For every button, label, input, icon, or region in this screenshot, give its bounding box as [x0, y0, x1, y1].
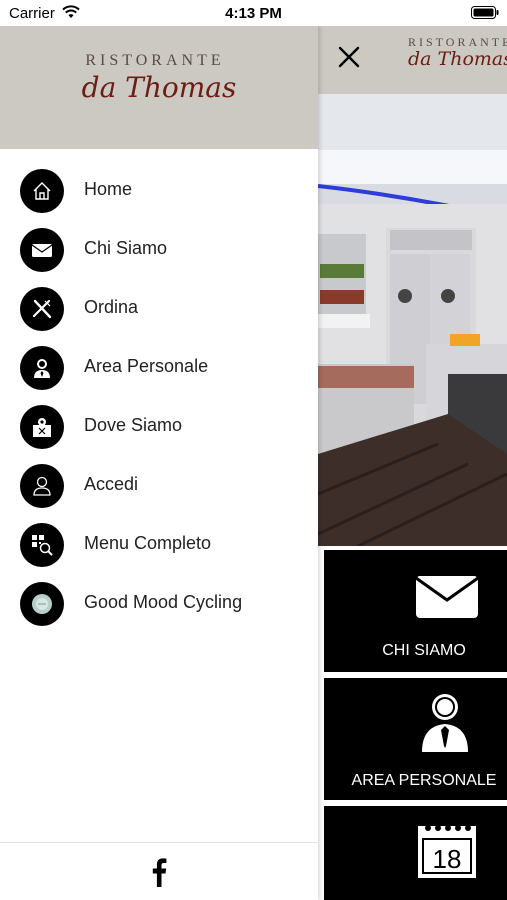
drawer-footer [0, 842, 318, 900]
menu-item-good-mood-cycling[interactable]: Good Mood Cycling [20, 579, 310, 629]
main-logo-script: da Thomas [408, 48, 507, 70]
menu-item-home[interactable]: Home [20, 166, 310, 216]
map-pin-icon [20, 405, 64, 449]
envelope-icon [20, 228, 64, 272]
menu-item-menu-completo[interactable]: Menu Completo [20, 520, 310, 570]
menu-item-ordina-label: Ordina [84, 297, 139, 317]
cycling-logo-icon [20, 582, 64, 626]
calendar-number: 18 [432, 844, 462, 874]
menu-item-dove-siamo-label: Dove Siamo [84, 415, 183, 435]
menu-item-chi-siamo[interactable]: Chi Siamo [20, 225, 310, 275]
logo-top-text: RISTORANTE [85, 52, 225, 69]
menu-item-area-personale[interactable]: Area Personale [20, 343, 310, 393]
clock: 4:13 PM [225, 5, 282, 22]
person-icon [20, 464, 64, 508]
home-icon [20, 169, 64, 213]
menu-item-accedi[interactable]: Accedi [20, 461, 310, 511]
menu-item-menu-completo-label: Menu Completo [84, 533, 212, 553]
side-drawer: RISTORANTE da Thomas Home Chi Siamo Ordi… [0, 26, 318, 900]
tile-area-personale-label: AREA PERSONALE [351, 772, 497, 789]
menu-item-good-mood-cycling-label: Good Mood Cycling [84, 592, 243, 612]
app-screen: Carrier 4:13 PM RISTORANTE da Thomas CHI… [0, 0, 507, 900]
qr-search-icon [20, 523, 64, 567]
user-tie-icon [419, 690, 471, 757]
menu-item-area-personale-label: Area Personale [84, 356, 209, 376]
battery-icon [471, 6, 499, 24]
tile-area-personale[interactable]: AREA PERSONALE [324, 678, 507, 800]
menu-item-ordina[interactable]: Ordina [20, 284, 310, 334]
user-tie-icon [20, 346, 64, 390]
logo-script-text: da Thomas [81, 71, 237, 104]
drawer-header: RISTORANTE da Thomas [0, 26, 318, 149]
tile-chi-siamo-label: CHI SIAMO [382, 642, 466, 659]
main-header: RISTORANTE da Thomas [318, 26, 507, 94]
main-logo: RISTORANTE da Thomas [408, 35, 507, 70]
close-icon[interactable] [338, 46, 360, 73]
envelope-icon [415, 572, 479, 625]
menu-item-chi-siamo-label: Chi Siamo [84, 238, 168, 258]
menu-item-dove-siamo[interactable]: Dove Siamo [20, 402, 310, 452]
status-bar: Carrier 4:13 PM [0, 0, 507, 26]
menu-item-accedi-label: Accedi [84, 474, 139, 494]
menu-item-home-label: Home [84, 179, 133, 199]
facebook-icon[interactable] [151, 857, 167, 892]
tile-calendar[interactable]: 18 [324, 806, 507, 900]
tile-chi-siamo[interactable]: CHI SIAMO [324, 550, 507, 672]
restaurant-photo [318, 94, 507, 546]
main-content-behind-drawer: RISTORANTE da Thomas CHI SIAMO AREA PERS… [318, 26, 507, 900]
cutlery-icon [20, 287, 64, 331]
